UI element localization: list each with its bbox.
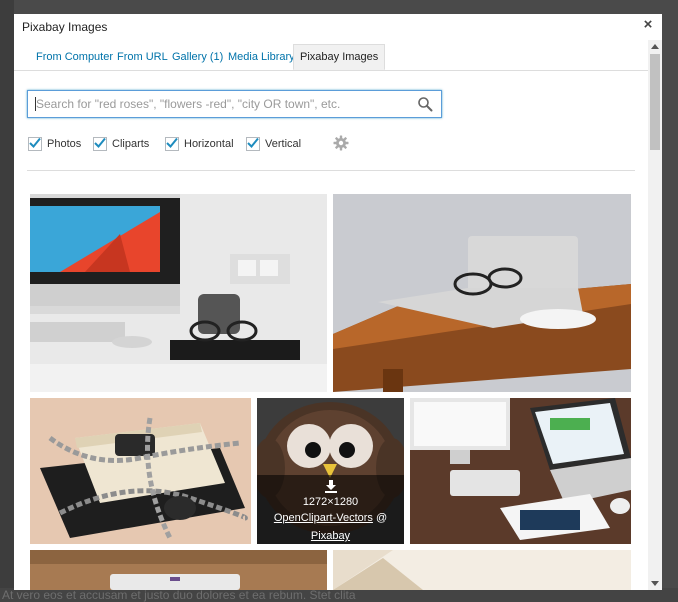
credit-at: @: [375, 512, 388, 524]
credit-line: OpenClipart-Vectors @: [257, 509, 404, 527]
checkbox-vertical[interactable]: [246, 137, 260, 151]
checkbox-cliparts[interactable]: [93, 137, 107, 151]
author-link[interactable]: OpenClipart-Vectors: [274, 512, 373, 524]
text-caret: [35, 97, 36, 111]
filter-label: Horizontal: [184, 138, 234, 150]
source-link[interactable]: Pixabay: [257, 527, 404, 544]
close-button[interactable]: ×: [641, 17, 655, 33]
filter-cliparts[interactable]: Cliparts: [93, 135, 149, 153]
gear-icon[interactable]: [333, 135, 349, 151]
search-input[interactable]: [28, 91, 416, 117]
image-result-devices-desk[interactable]: [410, 398, 631, 544]
image-thumbnail: [333, 194, 631, 392]
filter-vertical[interactable]: Vertical: [246, 135, 301, 153]
tab-bar: From Computer From URL Gallery (1) Media…: [14, 40, 648, 71]
filter-horizontal[interactable]: Horizontal: [165, 135, 234, 153]
search-box: [27, 90, 442, 118]
filter-label: Cliparts: [112, 138, 150, 150]
vertical-scrollbar[interactable]: [648, 40, 662, 590]
image-result-laptop-table[interactable]: [333, 194, 631, 392]
filter-label: Vertical: [265, 138, 302, 150]
background-page-strip: [0, 0, 14, 602]
image-dimensions: 1272×1280: [302, 496, 359, 508]
image-result-partial-2[interactable]: [333, 550, 631, 590]
image-thumbnail: [410, 398, 631, 544]
tab-from-url[interactable]: From URL: [111, 45, 174, 69]
divider: [27, 170, 635, 171]
image-thumbnail: [333, 550, 631, 590]
scroll-up-arrow-icon[interactable]: [648, 40, 662, 54]
image-thumbnail: [30, 194, 327, 392]
search-icon[interactable]: [417, 96, 433, 112]
tab-pixabay-images[interactable]: Pixabay Images: [293, 44, 386, 70]
tab-media-library[interactable]: Media Library: [222, 45, 301, 69]
background-page-text: At vero eos et accusam et justo duo dolo…: [0, 588, 678, 602]
tab-from-computer[interactable]: From Computer: [30, 45, 119, 69]
image-result-partial-1[interactable]: [30, 550, 327, 590]
image-result-owl-clipart[interactable]: 1272×1280 OpenClipart-Vectors @ Pixabay: [257, 398, 404, 544]
filter-photos[interactable]: Photos: [28, 135, 81, 153]
image-thumbnail: [30, 398, 251, 544]
scroll-down-arrow-icon[interactable]: [648, 576, 662, 590]
modal-title: Pixabay Images: [22, 20, 108, 34]
pixabay-modal: Pixabay Images × From Computer From URL …: [14, 14, 662, 590]
tab-gallery[interactable]: Gallery (1): [166, 45, 229, 69]
image-result-chained-book[interactable]: [30, 398, 251, 544]
image-grid: 1272×1280 OpenClipart-Vectors @ Pixabay: [30, 194, 632, 590]
download-icon[interactable]: [324, 479, 338, 493]
image-thumbnail: [30, 550, 327, 590]
checkbox-photos[interactable]: [28, 137, 42, 151]
scrollbar-thumb[interactable]: [650, 54, 660, 150]
modal-header: Pixabay Images ×: [14, 14, 662, 40]
image-result-imac-desk[interactable]: [30, 194, 327, 392]
checkbox-horizontal[interactable]: [165, 137, 179, 151]
filter-label: Photos: [47, 138, 82, 150]
image-hover-overlay: 1272×1280 OpenClipart-Vectors @ Pixabay: [257, 475, 404, 544]
